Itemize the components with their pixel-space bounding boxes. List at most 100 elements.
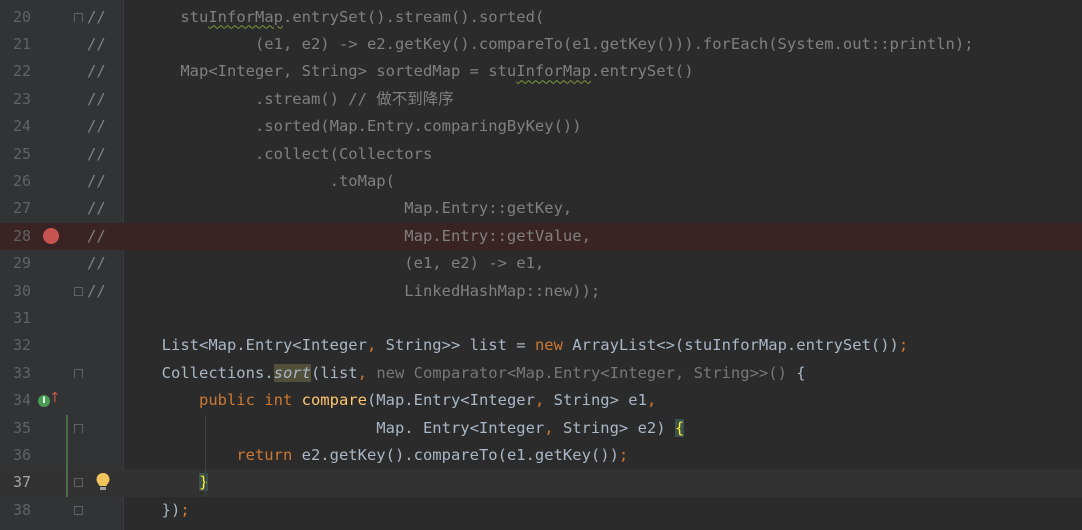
code-token: }) [87, 500, 181, 519]
code-token: e2.getKey().compareTo(e1.getKey()) [301, 445, 619, 464]
code-token: // Map.Entry::getKey, [87, 199, 573, 218]
code-token: String>> list = [385, 336, 535, 355]
code-line[interactable]: 25 // .collect(Collectors [0, 141, 1082, 168]
line-number[interactable]: 38 [0, 497, 31, 524]
code-line[interactable]: 24 // .sorted(Map.Entry.comparingByKey()) [0, 113, 1082, 140]
line-number[interactable]: 37 [0, 469, 31, 496]
code-text[interactable]: // LinkedHashMap::new)); [87, 278, 600, 305]
code-token: sort [273, 363, 311, 382]
fold-marker-icon[interactable] [74, 478, 83, 488]
code-token: (Map.Entry<Integer [366, 391, 535, 410]
line-number[interactable]: 25 [0, 141, 31, 168]
line-number[interactable]: 26 [0, 168, 31, 195]
code-token: new [534, 336, 573, 355]
implements-arrow-icon[interactable]: ↑ [49, 390, 61, 406]
code-text[interactable]: // Map<Integer, String> sortedMap = stuI… [87, 58, 694, 85]
code-token: { [796, 363, 806, 382]
code-text[interactable]: Collections.sort(list, new Comparator<Ma… [87, 360, 806, 387]
code-text[interactable]: // .toMap( [87, 168, 395, 195]
indent-guide [205, 414, 206, 497]
code-line[interactable]: 36 return e2.getKey().compareTo(e1.getKe… [0, 442, 1082, 469]
fold-marker-icon[interactable] [74, 423, 83, 433]
code-token: Collections. [87, 363, 274, 382]
code-text[interactable]: // (e1, e2) -> e1, [87, 250, 544, 277]
lightbulb-icon[interactable] [95, 471, 111, 493]
code-token: compare [301, 391, 367, 410]
code-text[interactable]: public int compare(Map.Entry<Integer, St… [87, 387, 656, 414]
code-line[interactable]: 31 [0, 305, 1082, 332]
line-number[interactable]: 30 [0, 278, 31, 305]
code-token: { [674, 418, 685, 437]
code-line[interactable]: 23 // .stream() // 做不到降序 [0, 86, 1082, 113]
line-number[interactable]: 24 [0, 113, 31, 140]
code-token: String> e1 [553, 391, 647, 410]
code-line[interactable]: 26 // .toMap( [0, 168, 1082, 195]
breakpoint-icon[interactable] [43, 228, 59, 245]
code-token: // (e1, e2) -> e2.getKey().compareTo(e1.… [87, 34, 974, 53]
code-token: .entrySet() [590, 62, 694, 81]
fold-marker-icon[interactable] [74, 12, 83, 22]
code-line[interactable]: 32 List<Map.Entry<Integer, String>> list… [0, 332, 1082, 359]
code-line[interactable]: 35 Map. Entry<Integer, String> e2) { [0, 415, 1082, 442]
line-number[interactable]: 23 [0, 86, 31, 113]
code-token: .entrySet().stream().sorted( [282, 7, 545, 26]
code-line[interactable]: 37 } [0, 469, 1082, 497]
line-number[interactable]: 35 [0, 415, 31, 442]
code-line[interactable]: 20 // stuInforMap.entrySet().stream().sor… [0, 4, 1082, 31]
code-text[interactable]: List<Map.Entry<Integer, String>> list = … [87, 332, 909, 359]
code-token: new Comparator<Map.Entry<Integer, String… [376, 363, 797, 382]
code-token: // .collect(Collectors [87, 144, 433, 163]
code-token: InforMap [208, 7, 283, 26]
code-editor[interactable]: 20 // stuInforMap.entrySet().stream().sor… [0, 0, 1082, 530]
code-token: // .toMap( [87, 171, 395, 190]
code-line[interactable]: 38 }); [0, 497, 1082, 524]
code-line[interactable]: 34 public int compare(Map.Entry<Integer,… [0, 387, 1082, 414]
code-token: // .stream() // 做不到降序 [87, 89, 454, 108]
code-text[interactable]: // Map.Entry::getKey, [87, 195, 572, 222]
fold-marker-icon[interactable] [74, 286, 83, 296]
code-text[interactable]: // .sorted(Map.Entry.comparingByKey()) [87, 113, 582, 140]
line-number[interactable]: 29 [0, 250, 31, 277]
code-line[interactable]: 30 // LinkedHashMap::new)); [0, 278, 1082, 305]
code-line[interactable]: 22 // Map<Integer, String> sortedMap = st… [0, 58, 1082, 85]
code-text[interactable]: // .stream() // 做不到降序 [87, 86, 454, 113]
line-number[interactable]: 32 [0, 332, 31, 359]
code-token: , [357, 363, 377, 382]
vcs-change-marker[interactable] [66, 414, 68, 497]
code-text[interactable]: return e2.getKey().compareTo(e1.getKey()… [87, 442, 628, 469]
code-text[interactable]: }); [87, 497, 190, 524]
code-token: // (e1, e2) -> e1, [87, 254, 545, 273]
line-number[interactable]: 28 [0, 223, 31, 250]
line-number[interactable]: 22 [0, 58, 31, 85]
code-text[interactable]: // (e1, e2) -> e2.getKey().compareTo(e1.… [87, 31, 974, 58]
code-token: ; [618, 445, 629, 464]
code-token: // LinkedHashMap::new)); [87, 281, 601, 300]
code-token: String> e2) [562, 418, 675, 437]
fold-marker-icon[interactable] [74, 368, 83, 378]
line-number[interactable]: 34 [0, 387, 31, 414]
code-token: // .sorted(Map.Entry.comparingByKey()) [87, 117, 582, 136]
code-token: // Map.Entry::getValue, [87, 226, 591, 245]
code-text[interactable]: Map. Entry<Integer, String> e2) { [87, 415, 685, 442]
code-text[interactable]: // Map.Entry::getValue, [87, 223, 591, 250]
line-number[interactable]: 31 [0, 305, 31, 332]
line-number[interactable]: 36 [0, 442, 31, 469]
code-line[interactable]: 27 // Map.Entry::getKey, [0, 195, 1082, 222]
code-text[interactable]: // .collect(Collectors [87, 141, 432, 168]
fold-marker-icon[interactable] [74, 505, 83, 515]
code-line[interactable]: 28 // Map.Entry::getValue, [0, 222, 1082, 251]
line-number[interactable]: 20 [0, 4, 31, 31]
line-number[interactable]: 27 [0, 195, 31, 222]
code-token: public int [198, 391, 302, 410]
code-line[interactable]: 29 // (e1, e2) -> e1, [0, 250, 1082, 277]
line-number[interactable]: 21 [0, 31, 31, 58]
code-line[interactable]: 33 Collections.sort(list, new Comparator… [0, 360, 1082, 387]
code-token: ; [898, 336, 909, 355]
code-text[interactable]: // stuInforMap.entrySet().stream().sorte… [87, 4, 544, 31]
code-token: stu [105, 7, 209, 26]
code-line[interactable]: 21 // (e1, e2) -> e2.getKey().compareTo(e… [0, 31, 1082, 58]
code-token: Map. Entry<Integer [87, 418, 545, 437]
line-number[interactable]: 33 [0, 360, 31, 387]
